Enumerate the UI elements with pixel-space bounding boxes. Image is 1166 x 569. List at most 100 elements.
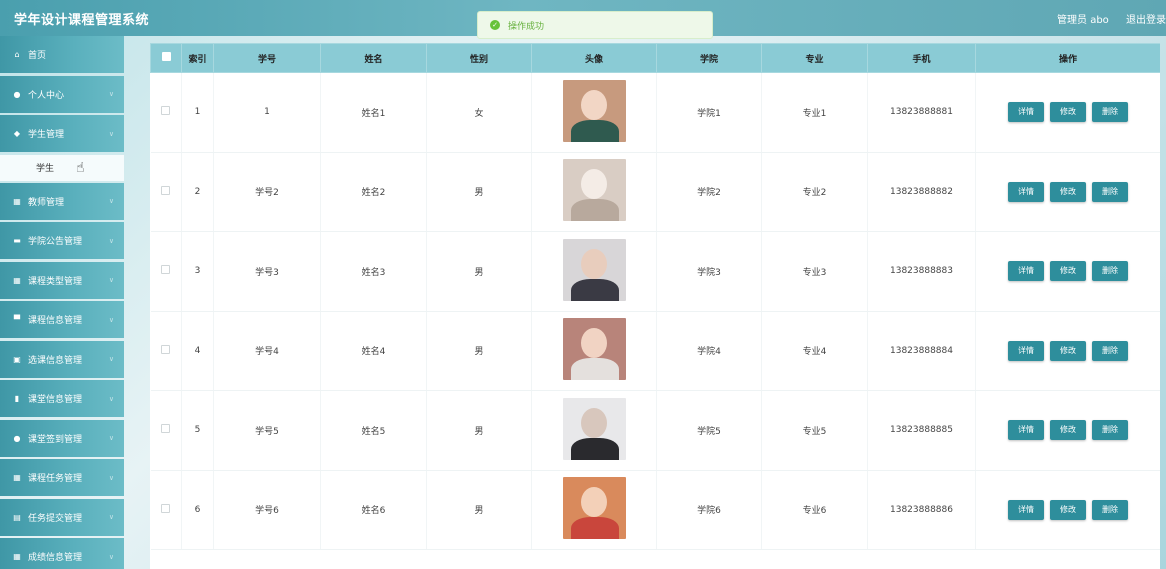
sidebar-item-3[interactable]: ▦ 教师管理 ∨ (0, 182, 124, 220)
sidebar-item-label: 课程类型管理 (28, 276, 83, 287)
detail-button[interactable]: 详情 (1008, 499, 1044, 520)
detail-button[interactable]: 详情 (1008, 181, 1044, 202)
name-cell: 姓名1 (320, 72, 427, 153)
chevron-down-icon: ∨ (108, 236, 114, 245)
delete-button[interactable]: 删除 (1092, 181, 1128, 202)
sidebar-item-label: 课堂信息管理 (28, 395, 83, 405)
delete-button[interactable]: 删除 (1092, 340, 1128, 361)
column-header: 操作 (975, 43, 1160, 73)
name-cell: 姓名3 (320, 231, 427, 312)
edit-button[interactable]: 修改 (1050, 261, 1086, 282)
gender-cell: 女 (426, 72, 532, 153)
row-select-cell (150, 72, 182, 153)
major-cell: 专业6 (761, 470, 868, 550)
table-row: 1 1 姓名1 女学院1 专业1 13823888881 详情 修改 删除 (150, 72, 1160, 153)
detail-button[interactable]: 详情 (1008, 102, 1044, 123)
row-select-cell (150, 231, 182, 312)
index-cell: 1 (181, 72, 214, 153)
sidebar-item-label: 成绩信息管理 (28, 553, 83, 563)
row-checkbox[interactable] (161, 106, 171, 116)
sidebar-item-4[interactable]: ▬ 学院公告管理 ∨ (0, 222, 124, 259)
phone-cell: 13823888886 (867, 470, 976, 550)
edit-button[interactable]: 修改 (1050, 181, 1086, 202)
delete-button[interactable]: 删除 (1092, 420, 1128, 441)
sidebar-item-10[interactable]: ▦ 课程任务管理 ∨ (0, 459, 124, 496)
row-checkbox[interactable] (161, 265, 171, 275)
avatar-cell (531, 470, 657, 550)
college-cell: 学院5 (656, 390, 762, 471)
student-id-cell: 学号2 (213, 152, 321, 232)
row-checkbox[interactable] (161, 503, 171, 513)
chevron-down-icon: ∨ (108, 394, 114, 403)
sidebar-item-7[interactable]: ▣ 选课信息管理 ∨ (0, 340, 124, 378)
detail-button[interactable]: 详情 (1008, 420, 1044, 441)
sidebar-item-2[interactable]: ◆ 学生管理 ∨ (0, 115, 124, 152)
actions-cell: 详情 修改 删除 (975, 390, 1160, 471)
student-id-cell: 学号6 (213, 470, 321, 550)
select-all-header (150, 43, 182, 73)
row-checkbox[interactable] (161, 424, 171, 434)
column-header: 性别 (426, 43, 532, 73)
sidebar-item-1[interactable]: ● 个人中心 ∨ (0, 75, 124, 113)
index-cell: 2 (181, 152, 214, 232)
sidebar-item-label: 课堂签到管理 (28, 434, 83, 445)
chevron-down-icon: ∨ (108, 90, 114, 98)
actions-cell: 详情 修改 删除 (975, 231, 1160, 312)
column-header: 学号 (213, 43, 321, 73)
sidebar-item-6[interactable]: ▀ 课程信息管理 ∨ (0, 301, 124, 338)
user-area: 管理员 abo 退出登录 (1057, 11, 1166, 26)
gender-cell: 男 (426, 311, 532, 391)
grid-icon: ▦ (13, 275, 21, 285)
edit-button[interactable]: 修改 (1050, 102, 1086, 123)
phone-cell: 13823888882 (867, 152, 976, 232)
logout-button[interactable]: 退出登录 (1126, 15, 1166, 26)
row-select-cell (150, 470, 182, 550)
column-header: 专业 (761, 43, 868, 73)
user-icon: ● (13, 433, 21, 443)
grid-icon: ▦ (13, 552, 21, 561)
toast-message: 操作成功 (508, 21, 545, 32)
user-name: 管理员 abo (1057, 15, 1109, 26)
check-circle-icon: ✓ (490, 20, 500, 30)
index-cell: 4 (181, 311, 214, 391)
delete-button[interactable]: 删除 (1092, 102, 1128, 123)
avatar-cell (531, 231, 657, 312)
chevron-down-icon: ∨ (108, 129, 114, 138)
row-checkbox[interactable] (161, 344, 171, 354)
delete-button[interactable]: 删除 (1092, 499, 1128, 520)
delete-button[interactable]: 删除 (1092, 261, 1128, 282)
avatar-cell (531, 390, 657, 471)
sidebar-item-5[interactable]: ▦ 课程类型管理 ∨ (0, 261, 124, 299)
row-checkbox[interactable] (161, 185, 171, 195)
edit-button[interactable]: 修改 (1050, 420, 1086, 441)
sidebar-item-0[interactable]: ⌂ 首页 (0, 36, 124, 73)
phone-cell: 13823888884 (867, 311, 976, 391)
detail-button[interactable]: 详情 (1008, 340, 1044, 361)
sidebar-item-8[interactable]: ▮ 课堂信息管理 ∨ (0, 380, 124, 417)
sidebar-item-11[interactable]: ▤ 任务提交管理 ∨ (0, 498, 124, 536)
sidebar-item-label: 个人中心 (28, 90, 65, 101)
select-all-checkbox[interactable] (161, 52, 171, 61)
name-cell: 姓名5 (320, 390, 427, 471)
sidebar-item-label: 课程信息管理 (28, 316, 83, 326)
row-select-cell (150, 152, 182, 232)
sidebar: ⌂ 首页 ● 个人中心 ∨ ◆ 学生管理 ∨ 学生 ▦ 教师管理 ∨ ▬ 学院公告管理 ∨ ▦ 课程类型管理 ∨ ▀… (0, 36, 124, 569)
avatar (562, 79, 626, 142)
sidebar-item-label: 学生管理 (28, 130, 65, 140)
hand-cursor-icon: ☝ (76, 160, 85, 176)
edit-button[interactable]: 修改 (1050, 499, 1086, 520)
submenu-item-student[interactable]: 学生 (0, 154, 124, 181)
sidebar-item-12[interactable]: ▦ 成绩信息管理 ∨ (0, 538, 124, 569)
sidebar-item-9[interactable]: ● 课堂签到管理 ∨ (0, 419, 124, 457)
gender-cell: 男 (426, 231, 532, 312)
avatar-cell (531, 72, 657, 153)
row-select-cell (150, 390, 182, 471)
major-cell: 专业5 (761, 390, 868, 471)
name-cell: 姓名4 (320, 311, 427, 391)
app-title: 学年设计课程管理系统 (14, 13, 150, 28)
detail-button[interactable]: 详情 (1008, 261, 1044, 282)
chevron-down-icon: ∨ (108, 276, 114, 284)
edit-button[interactable]: 修改 (1050, 340, 1086, 361)
clipboard-icon: ▣ (13, 354, 21, 364)
student-table: 索引 学号 姓名 性别 头像 学院 专业 手机 操作 1 1 姓名1 女学院1 专业1 138238888… (150, 43, 1160, 550)
